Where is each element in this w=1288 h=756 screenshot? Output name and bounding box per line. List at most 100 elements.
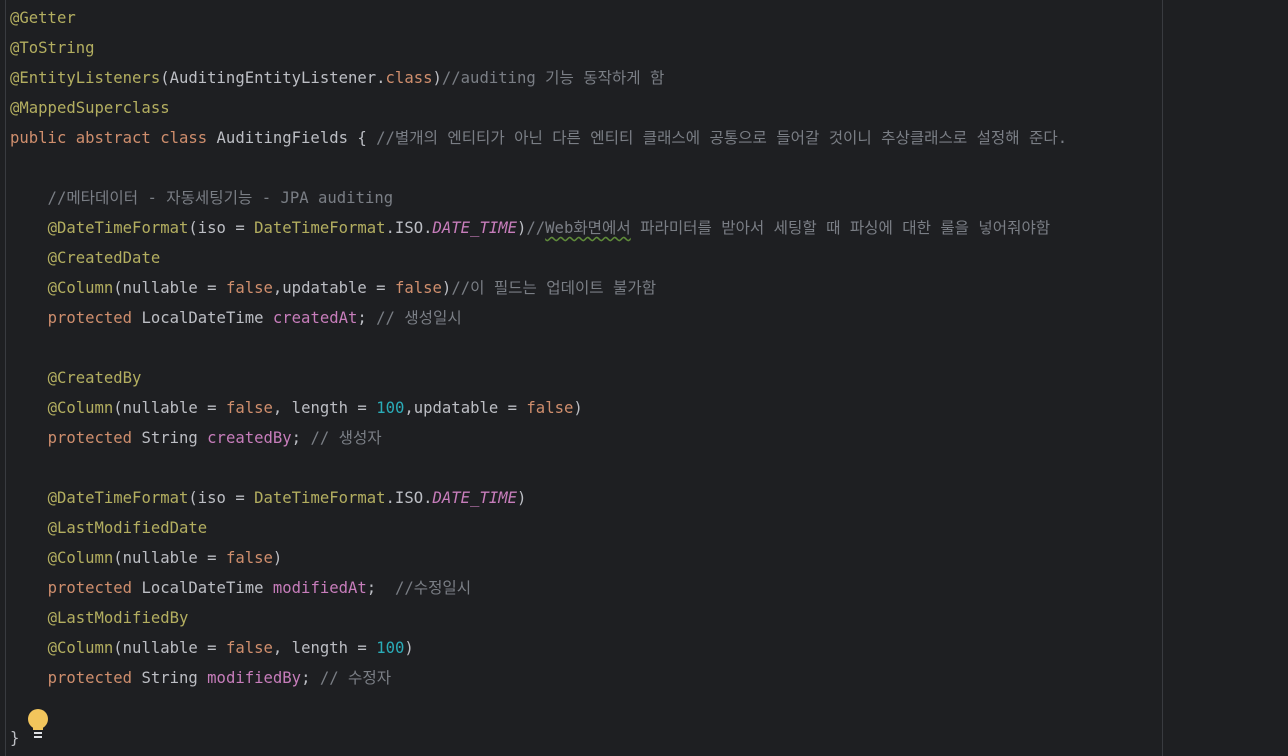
code-token: ; [301, 669, 320, 687]
code-token: false [526, 399, 574, 417]
code-line[interactable]: @CreatedDate [10, 243, 1067, 273]
code-line[interactable]: public abstract class AuditingFields { /… [10, 123, 1067, 153]
code-token: @LastModifiedBy [47, 609, 189, 627]
code-token: (nullable = [113, 549, 226, 567]
code-token: (nullable = [113, 279, 226, 297]
code-token: String [141, 429, 208, 447]
code-line[interactable]: protected String createdBy; // 생성자 [10, 423, 1067, 453]
code-token: // 생성자 [310, 429, 382, 447]
code-token: @Column [47, 279, 114, 297]
code-token: // [526, 219, 546, 237]
code-token: (iso = [188, 219, 255, 237]
code-token: ) [441, 279, 452, 297]
code-line[interactable]: @DateTimeFormat(iso = DateTimeFormat.ISO… [10, 483, 1067, 513]
code-token: , length = [272, 639, 377, 657]
code-line[interactable]: @LastModifiedBy [10, 603, 1067, 633]
code-line[interactable]: @Column(nullable = false, length = 100) [10, 633, 1067, 663]
code-token: ; [357, 309, 377, 327]
code-token: ) [517, 489, 527, 507]
code-token: false [225, 639, 273, 657]
code-token: class [385, 69, 433, 87]
code-token: @DateTimeFormat [47, 219, 189, 237]
code-token: //별개의 엔티티가 아닌 다른 엔티티 클래스에 공통으로 들어갈 것이니 추… [376, 129, 1068, 147]
code-line[interactable] [10, 333, 1067, 363]
code-token: LocalDateTime [141, 309, 273, 327]
code-token: } [10, 729, 20, 747]
code-line[interactable] [10, 453, 1067, 483]
code-token: ) [404, 639, 414, 657]
code-line[interactable]: protected LocalDateTime createdAt; // 생성… [10, 303, 1067, 333]
code-token: ) [432, 69, 442, 87]
code-editor[interactable]: @Getter @ToString @EntityListeners(Auditin… [0, 0, 1288, 756]
code-token: //메타데이터 - 자동세팅기능 - JPA auditing [10, 189, 394, 207]
code-line[interactable] [10, 153, 1067, 183]
code-token: DATE_TIME [432, 219, 518, 237]
code-token: DateTimeFormat [254, 489, 386, 507]
code-token: ; [291, 429, 311, 447]
code-token: false [394, 279, 442, 297]
code-line[interactable]: @Getter [10, 3, 1067, 33]
code-line[interactable]: @CreatedBy [10, 363, 1067, 393]
code-token: protected [47, 429, 142, 447]
code-token: false [225, 279, 273, 297]
code-token: protected [47, 309, 142, 327]
code-line[interactable]: @Column(nullable = false,updatable = fal… [10, 273, 1067, 303]
code-line[interactable]: protected LocalDateTime modifiedAt; //수정… [10, 573, 1067, 603]
code-token: (AuditingEntityListener. [160, 69, 386, 87]
code-token: (nullable = [113, 639, 226, 657]
code-line[interactable]: @MappedSuperclass [10, 93, 1067, 123]
code-token: @Column [47, 549, 114, 567]
code-line[interactable]: @EntityListeners(AuditingEntityListener.… [10, 63, 1067, 93]
code-token: ; [366, 579, 395, 597]
code-line[interactable]: @ToString [10, 33, 1067, 63]
code-line[interactable]: } [10, 723, 1067, 753]
code-line[interactable]: protected String modifiedBy; // 수정자 [10, 663, 1067, 693]
lightbulb-icon[interactable] [26, 708, 50, 742]
gutter-divider [5, 0, 6, 756]
code-token: LocalDateTime [141, 579, 273, 597]
code-token: 파라미터를 받아서 세팅할 때 파싱에 대한 룰을 넣어줘야함 [630, 219, 1051, 237]
code-token: @ToString [10, 39, 95, 57]
code-line[interactable]: //메타데이터 - 자동세팅기능 - JPA auditing [10, 183, 1067, 213]
code-token: .ISO. [385, 219, 433, 237]
code-line[interactable] [10, 693, 1067, 723]
code-line[interactable]: @LastModifiedDate [10, 513, 1067, 543]
code-token: // 생성일시 [376, 309, 462, 327]
code-token: @EntityListeners [10, 69, 161, 87]
code-token: //수정일시 [394, 579, 472, 597]
code-token: public abstract class [10, 129, 217, 147]
code-token: DATE_TIME [432, 489, 518, 507]
code-token: createdAt [272, 309, 358, 327]
code-line[interactable]: @Column(nullable = false, length = 100,u… [10, 393, 1067, 423]
code-token: false [225, 549, 273, 567]
code-token: ) [272, 549, 283, 567]
code-token: @Column [47, 639, 114, 657]
code-token: 100 [376, 399, 405, 417]
code-token: (nullable = [113, 399, 226, 417]
code-token: @DateTimeFormat [47, 489, 189, 507]
code-token: .ISO. [385, 489, 433, 507]
code-line[interactable]: @DateTimeFormat(iso = DateTimeFormat.ISO… [10, 213, 1067, 243]
code-token: modifiedBy [207, 669, 302, 687]
code-token: @Getter [10, 9, 76, 27]
code-token: @CreatedBy [47, 369, 142, 387]
code-token: //auditing 기능 동작하게 함 [441, 69, 665, 87]
code-token: //이 필드는 업데이트 불가함 [451, 279, 657, 297]
code-line[interactable]: @Column(nullable = false) [10, 543, 1067, 573]
code-token: AuditingFields { [216, 129, 377, 147]
code-token: DateTimeFormat [254, 219, 386, 237]
code-token: , length = [272, 399, 377, 417]
code-content[interactable]: @Getter @ToString @EntityListeners(Auditin… [10, 3, 1067, 753]
code-token: ) [517, 219, 527, 237]
